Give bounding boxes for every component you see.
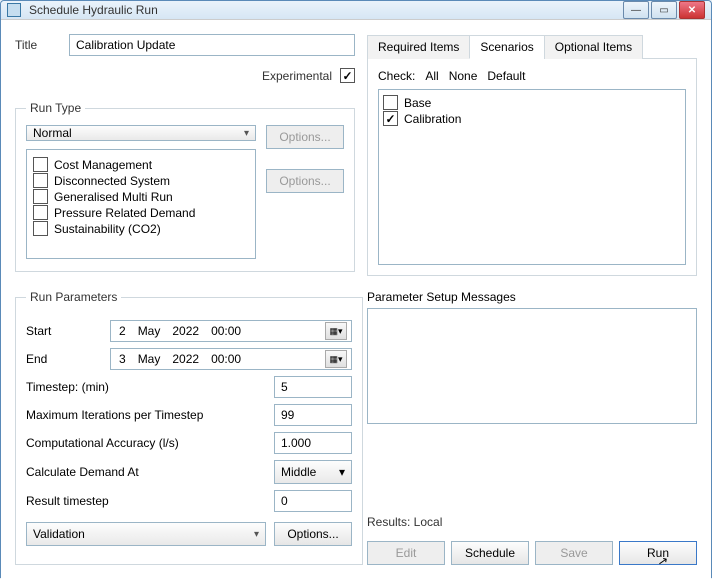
end-datetime-input[interactable]: 3 May 2022 00:00 ▦▾ bbox=[110, 348, 352, 370]
run-type-options-button-2[interactable]: Options... bbox=[266, 169, 344, 193]
check-default-link[interactable]: Default bbox=[487, 69, 525, 83]
run-button[interactable]: Run bbox=[619, 541, 697, 565]
close-button[interactable]: ✕ bbox=[679, 1, 705, 19]
dialog-window: Schedule Hydraulic Run — ▭ ✕ Title Exper… bbox=[0, 0, 712, 578]
run-parameters-group: Run Parameters Start 2 May 2022 00:00 ▦▾… bbox=[15, 290, 363, 565]
maxiter-label: Maximum Iterations per Timestep bbox=[26, 408, 266, 422]
title-label: Title bbox=[15, 38, 59, 52]
window-titlebar: Schedule Hydraulic Run — ▭ ✕ bbox=[1, 1, 711, 20]
maxiter-input[interactable] bbox=[274, 404, 352, 426]
chevron-down-icon: ▾ bbox=[244, 128, 249, 139]
experimental-checkbox[interactable] bbox=[340, 68, 355, 83]
bottom-area: Results: Local Edit Schedule Save Run bbox=[367, 515, 697, 565]
minimize-button[interactable]: — bbox=[623, 1, 649, 19]
checkbox-calibration[interactable] bbox=[383, 111, 398, 126]
list-item: Disconnected System bbox=[33, 173, 249, 188]
validation-combo[interactable]: Validation ▾ bbox=[26, 522, 266, 546]
window-icon bbox=[7, 3, 21, 17]
parameter-messages-label: Parameter Setup Messages bbox=[367, 290, 697, 304]
scenario-list[interactable]: Base Calibration bbox=[378, 89, 686, 265]
window-title: Schedule Hydraulic Run bbox=[29, 3, 623, 17]
run-type-combo[interactable]: Normal ▾ bbox=[26, 125, 256, 141]
demand-label: Calculate Demand At bbox=[26, 465, 266, 479]
experimental-label: Experimental bbox=[262, 69, 332, 83]
calendar-dropdown-icon[interactable]: ▦▾ bbox=[325, 322, 347, 340]
maximize-button[interactable]: ▭ bbox=[651, 1, 677, 19]
run-type-legend: Run Type bbox=[26, 101, 85, 115]
window-buttons: — ▭ ✕ bbox=[623, 1, 705, 19]
parameter-messages-box[interactable] bbox=[367, 308, 697, 424]
checkbox-pressure-related-demand[interactable] bbox=[33, 205, 48, 220]
tab-optional-items[interactable]: Optional Items bbox=[544, 35, 643, 59]
action-button-row: Edit Schedule Save Run bbox=[367, 541, 697, 565]
run-params-options-button[interactable]: Options... bbox=[274, 522, 352, 546]
timestep-input[interactable] bbox=[274, 376, 352, 398]
checkbox-generalised-multi-run[interactable] bbox=[33, 189, 48, 204]
start-label: Start bbox=[26, 324, 102, 338]
timestep-label: Timestep: (min) bbox=[26, 380, 266, 394]
checkbox-disconnected-system[interactable] bbox=[33, 173, 48, 188]
tab-bar: Required Items Scenarios Optional Items bbox=[367, 34, 697, 59]
scenario-check-links: Check: All None Default bbox=[378, 69, 686, 83]
checkbox-sustainability-co2[interactable] bbox=[33, 221, 48, 236]
chevron-down-icon: ▾ bbox=[254, 529, 259, 540]
list-item: Base bbox=[383, 95, 681, 110]
tab-body: Check: All None Default Base Calibration bbox=[367, 59, 697, 276]
list-item: Generalised Multi Run bbox=[33, 189, 249, 204]
list-item: Cost Management bbox=[33, 157, 249, 172]
schedule-button[interactable]: Schedule bbox=[451, 541, 529, 565]
chevron-down-icon: ▾ bbox=[339, 465, 345, 479]
end-label: End bbox=[26, 352, 102, 366]
check-none-link[interactable]: None bbox=[449, 69, 478, 83]
run-parameters-legend: Run Parameters bbox=[26, 290, 121, 304]
right-column: Required Items Scenarios Optional Items … bbox=[367, 34, 697, 565]
accuracy-input[interactable] bbox=[274, 432, 352, 454]
accuracy-label: Computational Accuracy (l/s) bbox=[26, 436, 266, 450]
left-column: Title Experimental Run Type Normal ▾ bbox=[15, 34, 355, 565]
dialog-content: Title Experimental Run Type Normal ▾ bbox=[1, 20, 711, 579]
run-type-list[interactable]: Cost Management Disconnected System Gene… bbox=[26, 149, 256, 259]
results-label: Results: Local bbox=[367, 515, 697, 529]
title-row: Title bbox=[15, 34, 355, 56]
start-datetime-input[interactable]: 2 May 2022 00:00 ▦▾ bbox=[110, 320, 352, 342]
save-button[interactable]: Save bbox=[535, 541, 613, 565]
run-type-group: Run Type Normal ▾ Cost Management Discon… bbox=[15, 101, 355, 272]
result-timestep-label: Result timestep bbox=[26, 494, 266, 508]
calendar-dropdown-icon[interactable]: ▦▾ bbox=[325, 350, 347, 368]
demand-combo[interactable]: Middle ▾ bbox=[274, 460, 352, 484]
check-label: Check: bbox=[378, 69, 415, 83]
check-all-link[interactable]: All bbox=[425, 69, 438, 83]
checkbox-base[interactable] bbox=[383, 95, 398, 110]
run-type-value: Normal bbox=[33, 126, 72, 140]
title-input[interactable] bbox=[69, 34, 355, 56]
run-type-options-button-1[interactable]: Options... bbox=[266, 125, 344, 149]
list-item: Pressure Related Demand bbox=[33, 205, 249, 220]
list-item: Calibration bbox=[383, 111, 681, 126]
checkbox-cost-management[interactable] bbox=[33, 157, 48, 172]
experimental-row: Experimental bbox=[15, 68, 355, 83]
tab-scenarios[interactable]: Scenarios bbox=[469, 35, 544, 59]
list-item: Sustainability (CO2) bbox=[33, 221, 249, 236]
tab-required-items[interactable]: Required Items bbox=[367, 35, 470, 59]
result-timestep-input[interactable] bbox=[274, 490, 352, 512]
edit-button[interactable]: Edit bbox=[367, 541, 445, 565]
